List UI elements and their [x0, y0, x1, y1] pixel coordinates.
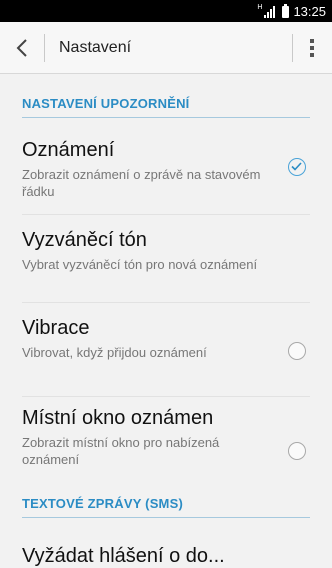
- status-time: 13:25: [293, 3, 326, 19]
- signal-icon: [264, 6, 276, 18]
- action-bar-divider: [44, 33, 45, 62]
- chevron-left-icon: [16, 38, 27, 57]
- popup-checkbox[interactable]: [288, 442, 306, 460]
- notifications-checkbox[interactable]: [288, 158, 306, 176]
- setting-title: Místní okno oznámen: [22, 407, 214, 429]
- setting-title: Vyzváněcí tón: [22, 229, 147, 251]
- setting-ringtone[interactable]: Vyzváněcí tón Vybrat vyzváněcí tón pro n…: [22, 228, 310, 273]
- row-divider: [22, 396, 310, 397]
- row-divider: [22, 214, 310, 215]
- battery-icon: [282, 4, 290, 18]
- status-bar: H 13:25: [0, 0, 332, 22]
- back-button[interactable]: [0, 22, 44, 74]
- setting-summary: Vybrat vyzváněcí tón pro nová oznámení: [22, 257, 258, 272]
- setting-vibrate[interactable]: Vibrace Vibrovat, když přijdou oznámení: [22, 316, 310, 361]
- setting-delivery-report[interactable]: Vyžádat hlášení o do...: [22, 545, 225, 568]
- setting-notifications[interactable]: Oznámení Zobrazit oznámení o zprávě na s…: [22, 138, 310, 200]
- setting-title: Vibrace: [22, 317, 90, 339]
- section-header-sms: TEXTOVÉ ZPRÁVY (SMS): [22, 496, 310, 518]
- section-header-notifications: NASTAVENÍ UPOZORNĚNÍ: [22, 96, 310, 118]
- action-bar: Nastavení: [0, 22, 332, 74]
- status-icons: H: [257, 4, 290, 18]
- page-title: Nastavení: [59, 38, 132, 56]
- overflow-menu-button[interactable]: [292, 22, 332, 74]
- setting-summary: Vibrovat, když přijdou oznámení: [22, 345, 207, 360]
- setting-popup[interactable]: Místní okno oznámen Zobrazit místní okno…: [22, 406, 310, 468]
- setting-summary: Zobrazit oznámení o zprávě na stavovém ř…: [22, 167, 261, 199]
- overflow-menu-icon: [310, 38, 314, 57]
- vibrate-checkbox[interactable]: [288, 342, 306, 360]
- check-icon: [291, 162, 302, 171]
- setting-summary: Zobrazit místní okno pro nabízená oznáme…: [22, 435, 220, 467]
- network-type-indicator: H: [257, 4, 263, 11]
- setting-title: Oznámení: [22, 139, 115, 161]
- row-divider: [22, 302, 310, 303]
